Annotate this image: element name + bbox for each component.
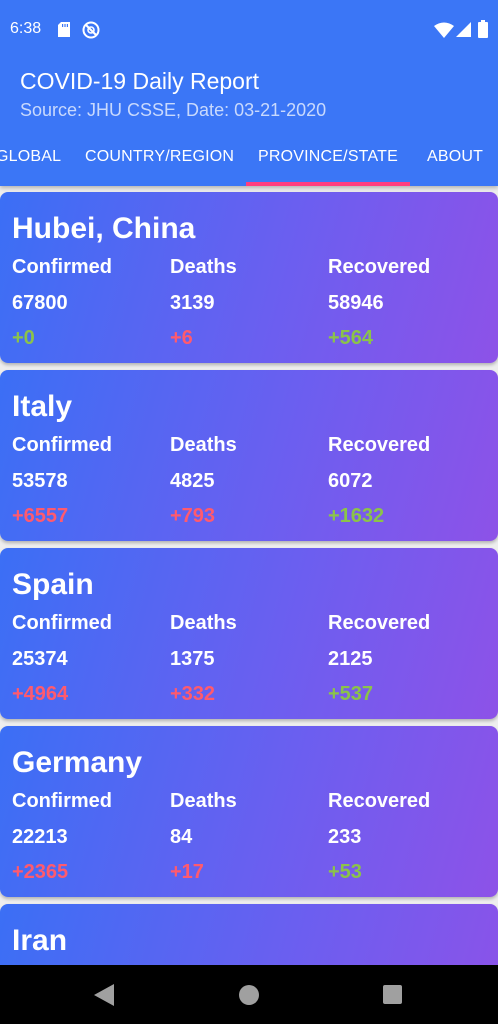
- deaths-delta: +17: [170, 861, 204, 883]
- region-name: Spain: [12, 568, 94, 601]
- app-subtitle: Source: JHU CSSE, Date: 03-21-2020: [20, 100, 327, 120]
- confirmed-label: Confirmed: [12, 612, 112, 634]
- region-list[interactable]: Hubei, China Confirmed Deaths Recovered …: [0, 186, 498, 965]
- wifi-icon: [434, 22, 454, 38]
- app-bar: 6:38 COVID-19 Daily Report Source: JHU C…: [0, 0, 498, 186]
- confirmed-label: Confirmed: [12, 434, 112, 456]
- region-name: Hubei, China: [12, 212, 196, 245]
- recovered-delta: +1632: [328, 505, 385, 527]
- recovered-delta: +53: [328, 861, 362, 883]
- confirmed-label: Confirmed: [12, 256, 112, 278]
- deaths-value: 4825: [170, 470, 215, 492]
- region-name: Iran: [12, 924, 68, 957]
- selected-tab-indicator: [246, 182, 410, 186]
- tab-about[interactable]: ABOUT: [427, 148, 483, 166]
- confirmed-delta: +0: [12, 327, 35, 349]
- tab-country-region[interactable]: COUNTRY/REGION: [85, 148, 234, 166]
- tab-global[interactable]: GLOBAL: [0, 148, 61, 166]
- deaths-value: 84: [170, 826, 193, 848]
- recovered-value: 58946: [328, 292, 384, 314]
- confirmed-label: Confirmed: [12, 790, 112, 812]
- do-not-disturb-icon: [82, 21, 100, 39]
- back-icon[interactable]: [94, 984, 114, 1006]
- tab-bar: GLOBAL COUNTRY/REGION PROVINCE/STATE ABO…: [0, 128, 498, 186]
- recovered-value: 6072: [328, 470, 373, 492]
- confirmed-value: 25374: [12, 648, 68, 670]
- confirmed-value: 53578: [12, 470, 68, 492]
- region-card[interactable]: Italy Confirmed Deaths Recovered 53578 4…: [0, 370, 498, 541]
- region-name: Italy: [12, 390, 73, 423]
- recovered-delta: +564: [328, 327, 374, 349]
- recovered-label: Recovered: [328, 790, 431, 812]
- home-icon[interactable]: [239, 985, 259, 1005]
- deaths-label: Deaths: [170, 790, 237, 812]
- tab-province-state[interactable]: PROVINCE/STATE: [258, 148, 398, 166]
- deaths-value: 1375: [170, 648, 215, 670]
- recovered-label: Recovered: [328, 256, 431, 278]
- region-card[interactable]: Germany Confirmed Deaths Recovered 22213…: [0, 726, 498, 897]
- recovered-value: 2125: [328, 648, 373, 670]
- confirmed-delta: +4964: [12, 683, 69, 705]
- deaths-label: Deaths: [170, 612, 237, 634]
- confirmed-delta: +6557: [12, 505, 69, 527]
- recents-icon[interactable]: [383, 985, 402, 1004]
- region-card[interactable]: Spain Confirmed Deaths Recovered 25374 1…: [0, 548, 498, 719]
- app-title: COVID-19 Daily Report: [20, 68, 260, 94]
- deaths-label: Deaths: [170, 434, 237, 456]
- recovered-label: Recovered: [328, 434, 431, 456]
- deaths-delta: +332: [170, 683, 216, 705]
- recovered-value: 233: [328, 826, 362, 848]
- confirmed-value: 67800: [12, 292, 68, 314]
- region-card[interactable]: Iran: [0, 904, 498, 965]
- confirmed-delta: +2365: [12, 861, 69, 883]
- deaths-delta: +6: [170, 327, 193, 349]
- battery-icon: [478, 20, 488, 38]
- deaths-label: Deaths: [170, 256, 237, 278]
- status-bar: 6:38: [0, 0, 498, 60]
- region-card[interactable]: Hubei, China Confirmed Deaths Recovered …: [0, 192, 498, 363]
- status-time: 6:38: [10, 20, 42, 37]
- confirmed-value: 22213: [12, 826, 68, 848]
- sd-card-icon: [58, 22, 70, 37]
- cell-signal-icon: [456, 22, 471, 37]
- region-name: Germany: [12, 746, 143, 779]
- recovered-label: Recovered: [328, 612, 431, 634]
- recovered-delta: +537: [328, 683, 374, 705]
- deaths-delta: +793: [170, 505, 216, 527]
- deaths-value: 3139: [170, 292, 215, 314]
